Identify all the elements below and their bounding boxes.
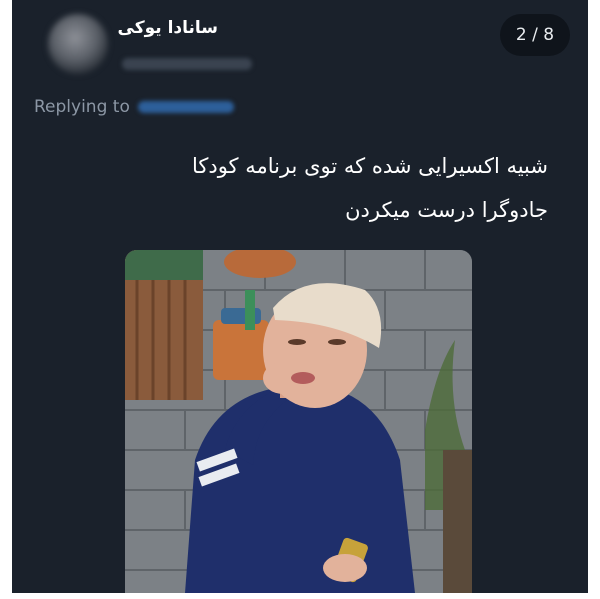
tweet-text-line-1: شبیه اکسیرایی شده که توی برنامه کودکا xyxy=(191,154,548,178)
tweet-text-line-2: جادوگرا درست میکردن xyxy=(345,198,548,222)
tweet-media-image[interactable] xyxy=(125,250,472,593)
display-name[interactable]: سانادا یوکی xyxy=(118,18,218,38)
avatar[interactable] xyxy=(48,14,108,74)
reply-row: Replying to xyxy=(34,96,234,118)
page-counter: 2 / 8 xyxy=(500,14,570,56)
bottom-edge xyxy=(0,593,600,599)
replying-to-label: Replying to xyxy=(34,97,130,117)
tweet-card: سانادا یوکی 2 / 8 Replying to شبیه اکسیر… xyxy=(12,0,588,593)
replied-user-link[interactable] xyxy=(137,101,234,113)
username-blurred xyxy=(122,58,252,70)
tweet-text: شبیه اکسیرایی شده که توی برنامه کودکا جا… xyxy=(88,144,548,232)
